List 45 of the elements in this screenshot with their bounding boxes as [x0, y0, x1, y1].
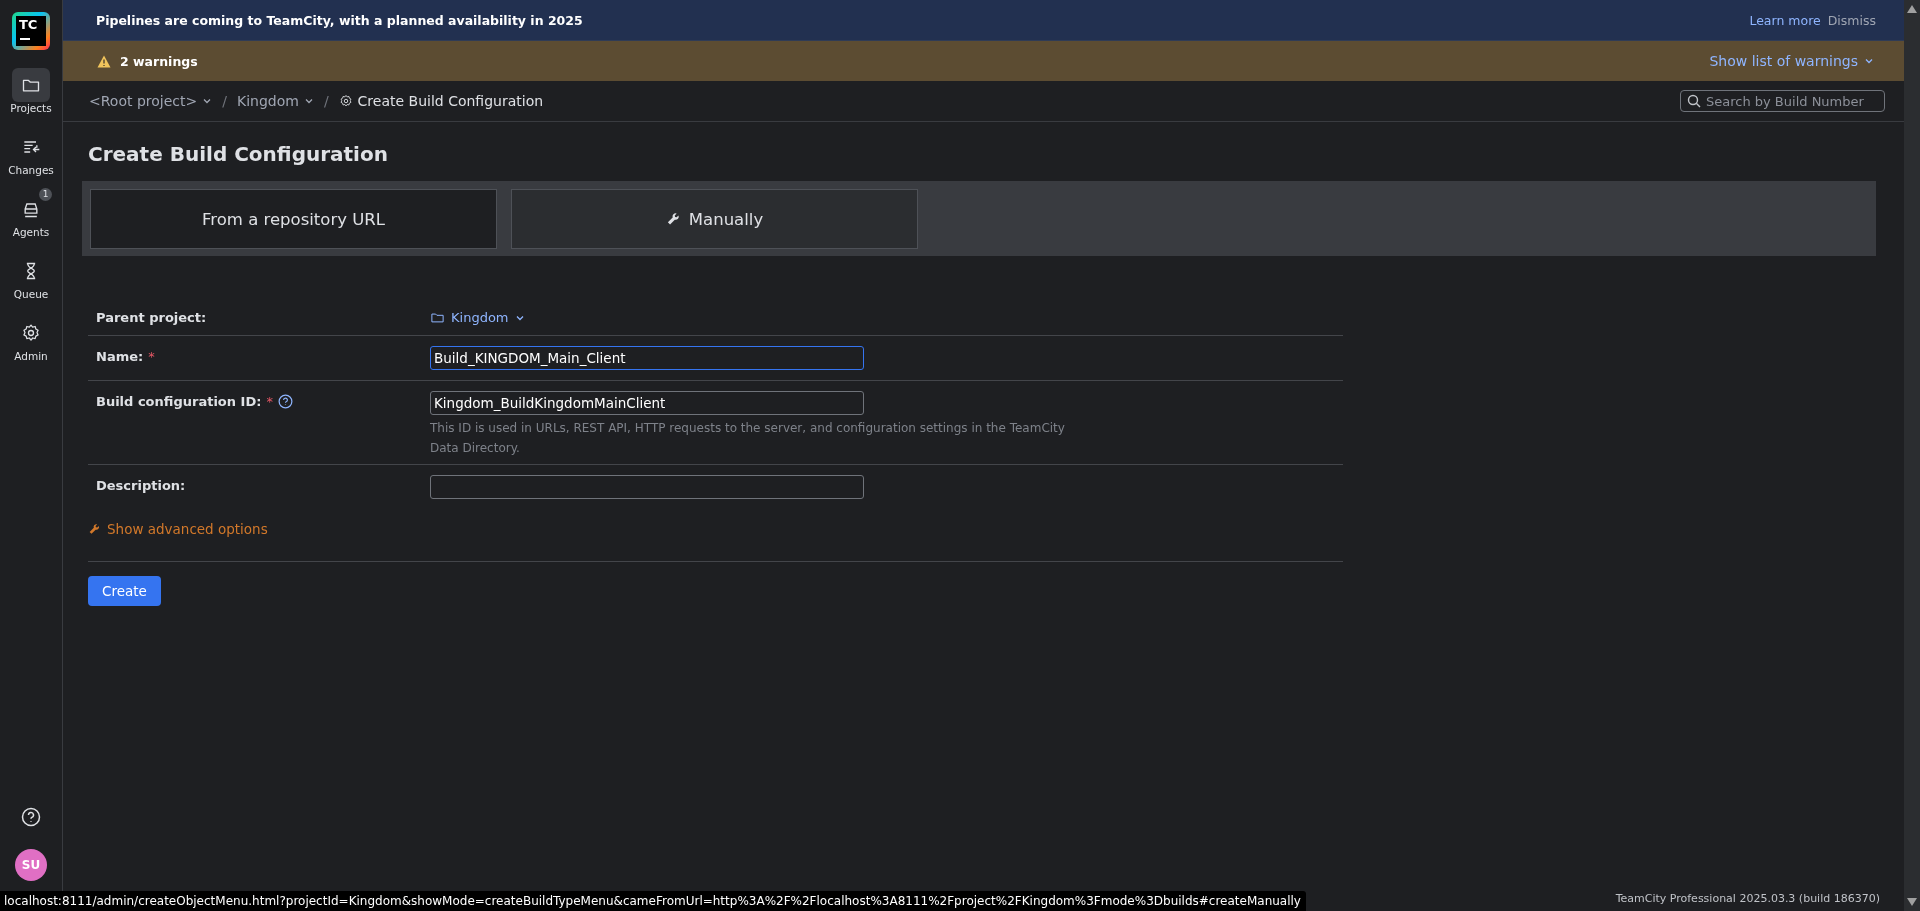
warnings-count: 2 warnings [120, 53, 199, 69]
show-warnings-link[interactable]: Show list of warnings [1709, 53, 1874, 69]
field-label: Parent project: [96, 310, 207, 325]
tab[interactable]: From a repository URL [90, 189, 497, 249]
announcement-text: Pipelines are coming to TeamCity, with a planned availability in 2025 [96, 12, 584, 28]
search-icon [1687, 94, 1701, 108]
count-badge: 1 [39, 188, 52, 201]
search-field[interactable]: Search by Build Number [1680, 90, 1885, 112]
breadcrumb[interactable]: Kingdom [236, 93, 314, 109]
advanced-options-link[interactable]: Show advanced options [88, 521, 1343, 537]
breadcrumb: Create Build Configuration [338, 93, 544, 109]
chevron-down-icon [1864, 56, 1874, 66]
field-label: Description: [96, 478, 186, 493]
tab[interactable]: Manually [511, 189, 918, 249]
gear-icon [21, 323, 41, 343]
required-mark: * [266, 394, 273, 409]
field-label: Name: [96, 349, 144, 364]
breadcrumb[interactable]: <Root project> [89, 93, 213, 109]
wrench-icon [88, 522, 101, 536]
text-input[interactable]: Kingdom_BuildKingdomMainClient [430, 391, 864, 415]
sidebar-item[interactable]: Queue [12, 254, 50, 300]
help-icon[interactable] [21, 807, 41, 827]
version-text: TeamCity Professional 2025.03.3 (build 186370) [1615, 892, 1880, 905]
status-url: localhost:8111/admin/createObjectMenu.html?projectId=Kingdom&showMode=createBuildTypeMenu&cameFromUrl=http%3A%2F%2Flocalhost%3A8111%2Fproject%2FKingdom%3Fmode%3Dbuilds#createManually [0, 891, 1306, 911]
gear-icon [338, 94, 353, 108]
teamcity-logo[interactable]: TC [12, 12, 50, 50]
sidebar-item[interactable]: Admin [12, 316, 50, 362]
banner-link[interactable]: Learn more [1749, 12, 1821, 28]
text-input[interactable]: Build_KINGDOM_Main_Client [430, 346, 864, 370]
sidebar-item[interactable]: Changes [8, 130, 54, 176]
folder-icon [430, 310, 445, 325]
warning-icon [97, 54, 111, 68]
field-hint: This ID is used in URLs, REST API, HTTP requests to the server, and configuration settings in the TeamCity Data Directory. [430, 420, 1066, 457]
text-input[interactable] [430, 475, 864, 499]
breadcrumb-separator: / [222, 93, 227, 109]
scrollbar[interactable] [1904, 0, 1920, 911]
breadcrumb-separator: / [323, 93, 329, 109]
field-label: Build configuration ID: [96, 394, 262, 409]
page-title: Create Build Configuration [88, 142, 389, 166]
banner-link[interactable]: Dismiss [1827, 12, 1876, 28]
parent-project-link[interactable]: Kingdom [430, 307, 525, 325]
create-button[interactable]: Create [88, 576, 161, 606]
wrench-icon [665, 211, 681, 227]
required-mark: * [148, 349, 155, 364]
help-icon[interactable] [277, 394, 293, 409]
